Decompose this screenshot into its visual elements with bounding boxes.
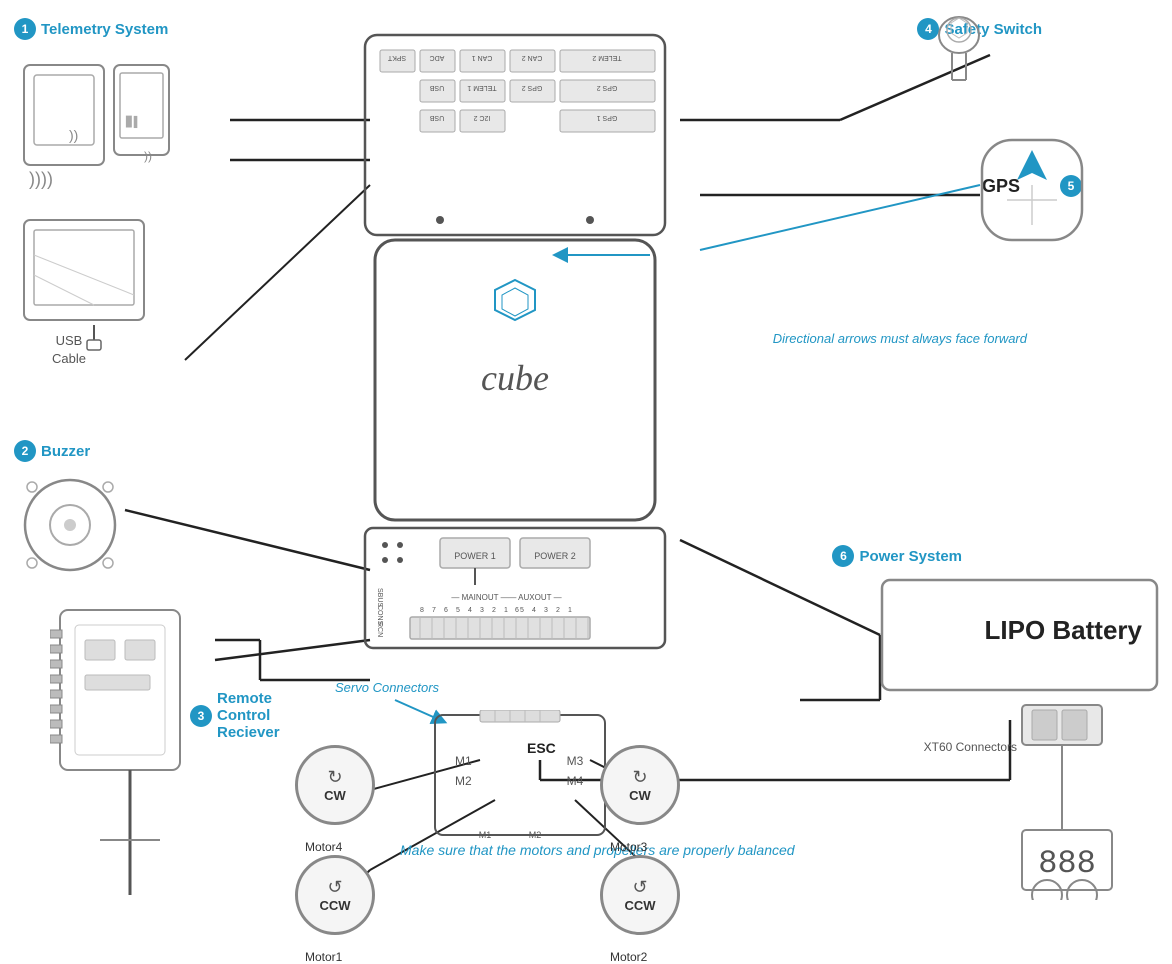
motor2: ↺ CCW: [600, 855, 680, 935]
svg-text:GPS 2: GPS 2: [597, 84, 618, 91]
svg-text:5: 5: [456, 607, 460, 614]
svg-text:1: 1: [568, 607, 572, 614]
motor2-dir: CCW: [624, 898, 655, 913]
motor3-label: Motor3: [610, 840, 647, 854]
telemetry-title: Telemetry System: [41, 21, 168, 38]
badge-2: 2: [14, 440, 36, 462]
svg-text:M2: M2: [455, 774, 472, 788]
power-label: 6 Power System: [832, 545, 962, 567]
motor1: ↺ CCW: [295, 855, 375, 935]
buzzer-device: [20, 475, 120, 575]
lipo-label: LIPO Battery: [985, 615, 1143, 646]
buzzer-label: 2 Buzzer: [14, 440, 90, 462]
svg-text:CAN 1: CAN 1: [472, 54, 493, 61]
svg-text:M3: M3: [567, 754, 584, 768]
svg-text:1: 1: [504, 607, 508, 614]
motor1-dir: CCW: [319, 898, 350, 913]
svg-text:USB: USB: [429, 84, 444, 91]
esc-board: M1 M2 M3 M4 M4 M3 M1 M2: [420, 710, 620, 845]
cw-arrow-motor3: ↻: [632, 767, 647, 788]
motor1-label: Motor1: [305, 950, 342, 964]
svg-text:M2: M2: [529, 830, 542, 840]
svg-text:CAN 2: CAN 2: [522, 54, 543, 61]
svg-text:cube: cube: [481, 358, 549, 398]
svg-text:7: 7: [432, 607, 436, 614]
svg-text:2: 2: [492, 607, 496, 614]
buzzer-title: Buzzer: [41, 443, 90, 460]
ccw-arrow-motor2: ↺: [632, 877, 647, 898]
svg-text:I2C 2: I2C 2: [474, 114, 491, 121]
cw-arrow-motor4: ↻: [327, 767, 342, 788]
power-title: Power System: [859, 548, 962, 565]
svg-text:6: 6: [515, 607, 519, 614]
svg-text:— MAINOUT —: — MAINOUT —: [451, 593, 508, 602]
svg-text:GPS 1: GPS 1: [597, 114, 618, 121]
motor2-label: Motor2: [610, 950, 647, 964]
badge-1: 1: [14, 18, 36, 40]
svg-text:ADC: ADC: [430, 54, 445, 61]
svg-text:USB: USB: [56, 333, 83, 348]
esc-label: ESC: [527, 740, 556, 756]
svg-text:3: 3: [544, 607, 548, 614]
svg-text:POWER 1: POWER 1: [454, 551, 496, 561]
motor3-dir: CW: [629, 788, 651, 803]
badge-6: 6: [832, 545, 854, 567]
directional-text: Directional arrows must always face forw…: [773, 330, 1027, 348]
svg-text:)))): )))): [29, 169, 53, 189]
svg-text:2: 2: [556, 607, 560, 614]
rc-title: Remote Control Reciever: [217, 690, 280, 741]
motor4: ↻ CW: [295, 745, 375, 825]
motor4-label: Motor4: [305, 840, 342, 854]
svg-text:)): )): [69, 127, 78, 143]
motor4-dir: CW: [324, 788, 346, 803]
power-module: 888: [962, 700, 1162, 905]
gps-device: [972, 130, 1092, 250]
svg-text:GPS 2: GPS 2: [522, 84, 543, 91]
svg-text:USB: USB: [429, 114, 444, 121]
svg-text:TELEM 2: TELEM 2: [592, 54, 621, 61]
svg-text:POWER 2: POWER 2: [534, 551, 576, 561]
balance-text: Make sure that the motors and propellers…: [400, 840, 795, 861]
svg-text:M1: M1: [455, 754, 472, 768]
svg-text:M4: M4: [567, 774, 584, 788]
cube-flight-controller: SPKT ADC CAN 1 CAN 2 TELEM 2 USB TELEM 1…: [360, 30, 670, 650]
servo-connectors-label: Servo Connectors: [335, 680, 439, 695]
svg-text:888: 888: [1038, 845, 1096, 882]
ccw-arrow-motor1: ↺: [327, 877, 342, 898]
svg-text:RCN: RCN: [376, 622, 383, 637]
svg-text:6: 6: [444, 607, 448, 614]
motor3: ↻ CW: [600, 745, 680, 825]
svg-text:3: 3: [480, 607, 484, 614]
svg-text:4: 4: [532, 607, 536, 614]
xt60-label: XT60 Connectors: [924, 740, 1017, 754]
svg-text:5: 5: [520, 607, 524, 614]
svg-text:SPKT: SPKT: [387, 54, 406, 61]
svg-text:▊▌: ▊▌: [125, 115, 141, 129]
svg-text:M1: M1: [479, 830, 492, 840]
svg-text:8: 8: [420, 607, 424, 614]
rc-device: [50, 600, 210, 900]
safety-device: [932, 15, 987, 85]
svg-text:— AUXOUT —: — AUXOUT —: [508, 593, 561, 602]
svg-text:)): )): [144, 149, 152, 163]
diagram-container: 1 Telemetry System )))) )) ▊▌ )) USB Cab: [0, 0, 1172, 953]
telemetry-label: 1 Telemetry System: [14, 18, 168, 40]
svg-text:4: 4: [468, 607, 472, 614]
svg-text:TELEM 1: TELEM 1: [467, 84, 496, 91]
svg-text:Cable: Cable: [52, 351, 86, 366]
telemetry-device: )))) )) ▊▌ )) USB Cable: [14, 55, 224, 375]
